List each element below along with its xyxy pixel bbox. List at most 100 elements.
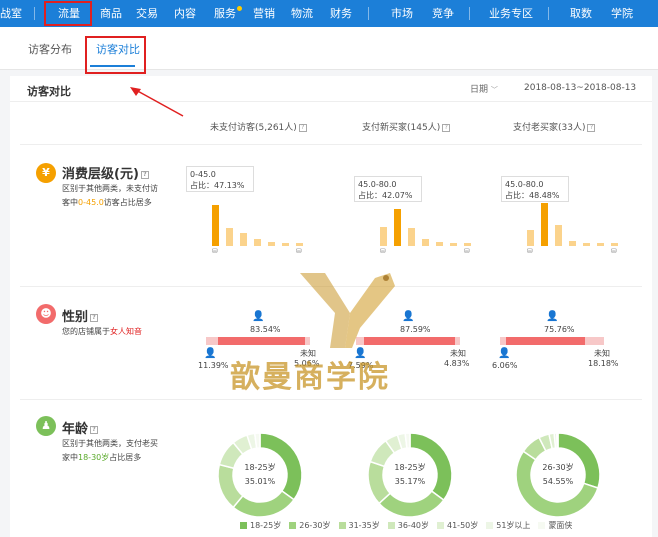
legend-label: 蒙面侠 xyxy=(548,521,573,530)
nav-item-market[interactable]: 市场 xyxy=(391,0,413,27)
nav-item-trade[interactable]: 交易 xyxy=(136,0,158,27)
help-icon[interactable]: ? xyxy=(298,123,307,132)
nav-item-academy[interactable]: 学院 xyxy=(611,0,633,27)
bar[interactable] xyxy=(296,243,303,246)
bar[interactable] xyxy=(527,230,534,246)
highlight-text: 18-30岁 xyxy=(78,453,110,462)
donut-center-label: 26-30岁 54.55% xyxy=(528,461,588,489)
legend-swatch xyxy=(437,522,444,529)
legend-swatch xyxy=(387,522,395,529)
nav-item-zhanshi[interactable]: 战室 xyxy=(0,0,22,27)
coins-icon: ⛁ xyxy=(380,247,386,255)
column-header-label: 未支付访客(5,261人) xyxy=(210,123,297,133)
female-bar[interactable] xyxy=(506,337,586,345)
date-dropdown[interactable]: 日期 ﹀ xyxy=(470,82,498,95)
legend-item[interactable]: 18-25岁 xyxy=(240,520,281,531)
donut-slice[interactable] xyxy=(404,432,411,450)
legend-swatch xyxy=(338,522,346,529)
nav-separator xyxy=(548,7,549,20)
tooltip-range: 0-45.0 xyxy=(190,170,216,179)
section-title-age: 年龄? xyxy=(62,418,99,437)
donut-percent: 35.17% xyxy=(394,477,426,486)
legend-item[interactable]: 31-35岁 xyxy=(338,520,380,531)
section-title-spending: 消费层级(元)? xyxy=(62,163,149,182)
bar[interactable] xyxy=(254,238,261,246)
legend-item[interactable]: 36-40岁 xyxy=(387,520,429,531)
nav-item-marketing[interactable]: 营销 xyxy=(253,0,275,27)
bar[interactable] xyxy=(597,243,604,246)
bar[interactable] xyxy=(611,243,618,246)
date-label: 日期 xyxy=(470,85,489,95)
nav-item-logistics[interactable]: 物流 xyxy=(291,0,313,27)
tooltip-ratio: 占比：42.07% xyxy=(358,191,413,200)
donut-slice[interactable] xyxy=(556,432,559,449)
unknown-bar[interactable] xyxy=(585,337,604,345)
age-legend: 18-25岁 26-30岁 31-35岁 36-40岁 41-50岁 51岁以上 蒙面侠 xyxy=(240,520,580,531)
nav-item-service[interactable]: 服务 xyxy=(214,0,236,27)
description-text: 访客占比居多 xyxy=(103,198,152,207)
nav-item-business-zone[interactable]: 业务专区 xyxy=(489,0,533,27)
watermark-text: 歆曼商学院 xyxy=(230,360,390,395)
help-icon[interactable]: ? xyxy=(90,313,99,322)
tooltip: 45.0-80.0 占比：48.48% xyxy=(501,176,569,202)
tooltip-ratio: 占比：47.13% xyxy=(190,181,245,190)
bar[interactable] xyxy=(436,242,443,246)
help-icon[interactable]: ? xyxy=(140,170,149,179)
help-icon[interactable]: ? xyxy=(90,425,99,434)
tooltip-range: 45.0-80.0 xyxy=(505,180,544,189)
female-percent: 75.76% xyxy=(544,325,575,334)
coins-icon: ⛁ xyxy=(464,247,470,255)
nav-item-data[interactable]: 取数 xyxy=(570,0,592,27)
donut-age-label: 18-25岁 xyxy=(244,463,276,472)
description-text: 您的店铺属于 xyxy=(62,327,110,336)
bar[interactable] xyxy=(450,243,457,246)
highlight-box xyxy=(44,1,92,26)
bar[interactable] xyxy=(212,204,219,246)
male-person-icon: 👤 xyxy=(204,348,217,359)
tooltip-range: 45.0-80.0 xyxy=(358,180,397,189)
bar[interactable] xyxy=(583,243,590,246)
bar[interactable] xyxy=(408,228,415,246)
bar[interactable] xyxy=(226,228,233,246)
coins-icon: ⛁ xyxy=(527,247,533,255)
description-text: 客中 xyxy=(62,198,78,207)
section-description: 区别于其他两类，支付老买 家中18-30岁占比居多 xyxy=(62,437,182,465)
bar[interactable] xyxy=(268,241,275,246)
nav-item-finance[interactable]: 财务 xyxy=(330,0,352,27)
notification-dot-icon xyxy=(237,6,242,11)
legend-item[interactable]: 51岁以上 xyxy=(486,520,530,531)
donut-center-label: 18-25岁 35.01% xyxy=(230,461,290,489)
female-percent: 87.59% xyxy=(400,325,431,334)
section-title-text: 消费层级(元) xyxy=(62,167,139,182)
nav-separator xyxy=(469,7,470,20)
help-icon[interactable]: ? xyxy=(587,123,596,132)
bar[interactable] xyxy=(555,224,562,246)
coins-icon: ⛁ xyxy=(296,247,302,255)
nav-item-competition[interactable]: 竞争 xyxy=(432,0,454,27)
column-header-old-buyers: 支付老买家(33人)? xyxy=(513,120,596,133)
bar[interactable] xyxy=(422,238,429,246)
legend-item[interactable]: 26-30岁 xyxy=(289,520,331,531)
unknown-label: 未知 xyxy=(450,349,466,358)
chevron-down-icon: ﹀ xyxy=(490,86,498,94)
tab-visitor-distribution[interactable]: 访客分布 xyxy=(28,41,72,57)
female-person-icon: 👤 xyxy=(252,311,265,322)
divider xyxy=(10,101,652,102)
legend-item[interactable]: 41-50岁 xyxy=(437,520,478,531)
bar[interactable] xyxy=(541,203,548,246)
bar[interactable] xyxy=(569,240,576,246)
nav-item-products[interactable]: 商品 xyxy=(100,0,122,27)
legend-item[interactable]: 蒙面侠 xyxy=(538,520,572,531)
section-description: 区别于其他两类，未支付访 客中0-45.0访客占比居多 xyxy=(62,182,180,210)
bar[interactable] xyxy=(464,243,471,246)
unknown-bar[interactable] xyxy=(454,337,460,345)
help-icon[interactable]: ? xyxy=(442,123,451,132)
male-bar[interactable] xyxy=(206,337,218,345)
bar[interactable] xyxy=(380,226,387,246)
coins-icon: ⛁ xyxy=(212,247,218,255)
bar[interactable] xyxy=(240,232,247,246)
bar[interactable] xyxy=(394,208,401,246)
bar[interactable] xyxy=(282,243,289,246)
highlight-box xyxy=(85,36,146,74)
nav-item-content[interactable]: 内容 xyxy=(174,0,196,27)
